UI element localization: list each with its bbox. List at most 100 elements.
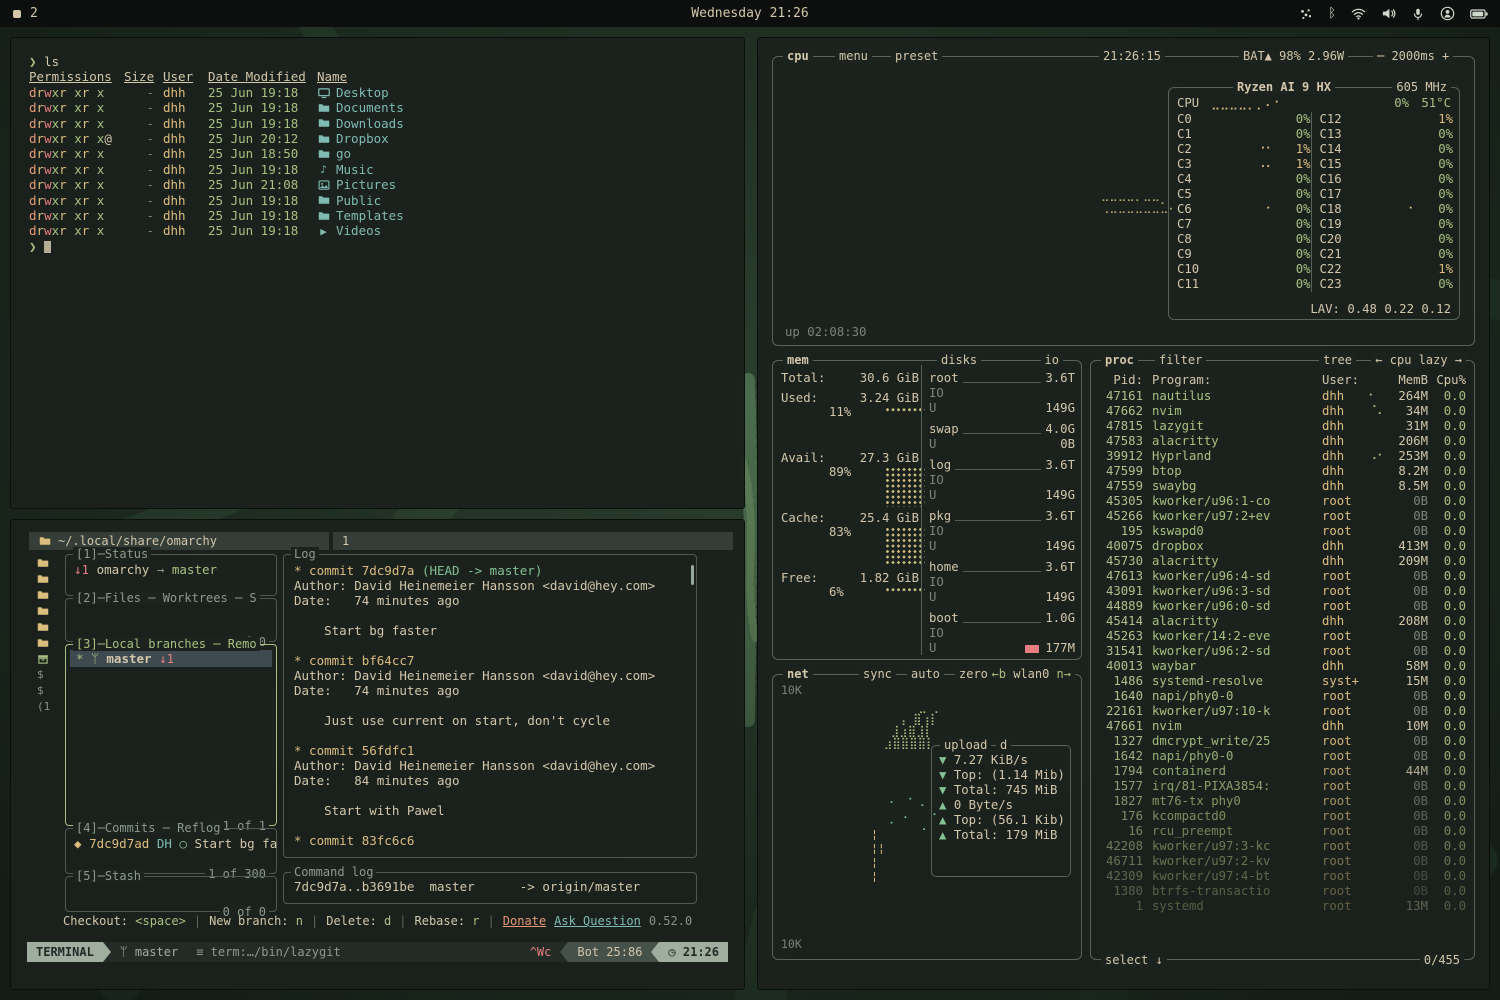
log-commit-header[interactable]: * commit bf64cc7 — [294, 653, 686, 668]
process-row[interactable]: 176kcompactd0root0B0.0 — [1099, 809, 1466, 824]
ls-name[interactable]: ♪Music — [317, 162, 730, 177]
process-row[interactable]: 47161nautilusdhh⠂264M0.0 — [1099, 389, 1466, 404]
process-row[interactable]: 40075dropboxdhh413M0.0 — [1099, 539, 1466, 554]
proc-header-cpu[interactable]: Cpu% — [1428, 373, 1466, 387]
proc-header-memb[interactable]: MemB — [1386, 373, 1428, 387]
status-panel[interactable]: [1]─Status ↓1 omarchy → master — [65, 554, 277, 596]
process-row[interactable]: 47583alacrittydhh206M0.0 — [1099, 434, 1466, 449]
donate-link[interactable]: Donate — [503, 914, 546, 928]
net-stats-title[interactable]: upload — [940, 738, 991, 752]
disk-log[interactable]: log3.6TIOU149G — [929, 458, 1075, 503]
log-commit-header[interactable]: * commit 83fc6c6 — [294, 833, 686, 848]
filter-button[interactable]: filter — [1155, 353, 1206, 367]
net-interface[interactable]: ←b wlan0 n→ — [988, 667, 1076, 681]
tray-wifi-icon[interactable] — [1351, 6, 1366, 21]
proc-header-user[interactable]: User: — [1322, 373, 1368, 387]
tray-volume-icon[interactable] — [1381, 6, 1396, 21]
buffer-name-segment[interactable]: ≡ term:…/bin/lazygit — [187, 942, 350, 962]
process-row[interactable]: 47661nvimdhh10M0.0 — [1099, 719, 1466, 734]
process-row[interactable]: 44889kworker/u96:0-sdroot0B0.0 — [1099, 599, 1466, 614]
process-row[interactable]: 1systemdroot13M0.0 — [1099, 899, 1466, 914]
disk-pkg[interactable]: pkg3.6TIOU149G — [929, 509, 1075, 554]
help-item[interactable]: Rebase: r — [415, 914, 480, 928]
ls-name[interactable]: go — [317, 146, 730, 161]
process-row[interactable]: 195kswapd0root0B0.0 — [1099, 524, 1466, 539]
select-hint[interactable]: select ↓ — [1101, 953, 1167, 967]
process-row[interactable]: 31541kworker/u96:2-sdroot0B0.0 — [1099, 644, 1466, 659]
process-table-header[interactable]: Pid: Program:User: MemBCpu% — [1099, 373, 1466, 387]
clock[interactable]: Wednesday 21:26 — [691, 6, 808, 21]
log-panel[interactable]: Log * commit 7dc9d7a (HEAD -> master)Aut… — [283, 554, 697, 858]
ls-name[interactable]: Public — [317, 193, 730, 208]
process-row[interactable]: 47662nvimdhh⠈⠄34M0.0 — [1099, 404, 1466, 419]
process-row[interactable]: 42309kworker/u97:4-btroot0B0.0 — [1099, 869, 1466, 884]
commits-panel[interactable]: [4]─Commits ─ Reflog ◆ 7dc9d7ad DH ○ Sta… — [65, 828, 277, 874]
branch-row-selected[interactable]: * ᛘ master ↓1 — [70, 650, 272, 667]
net-toggle-sync[interactable]: sync — [859, 667, 896, 681]
log-scrollbar[interactable] — [691, 565, 694, 585]
proc-header-pid[interactable]: Pid: — [1099, 373, 1143, 387]
ls-name[interactable]: Templates — [317, 208, 730, 223]
io-toggle[interactable]: io — [1041, 353, 1063, 367]
cpu-box-title[interactable]: cpu — [783, 49, 813, 63]
process-row[interactable]: 1380btrfs-transactioroot0B0.0 — [1099, 884, 1466, 899]
menu-button[interactable]: menu — [835, 49, 872, 63]
process-row[interactable]: 46711kworker/u97:2-kvroot0B0.0 — [1099, 854, 1466, 869]
git-branch-segment[interactable]: ᛘ master — [111, 942, 187, 962]
tray-bluetooth-icon[interactable]: ᛒ — [1328, 7, 1336, 20]
process-row[interactable]: 1640napi/phy0-0root0B0.0 — [1099, 689, 1466, 704]
tab-bar[interactable]: 1 — [333, 532, 733, 550]
ask-question-link[interactable]: Ask Question — [554, 914, 641, 928]
tray-updates-icon[interactable] — [1299, 7, 1313, 21]
net-box-title[interactable]: net — [783, 667, 813, 681]
process-row[interactable]: 47613kworker/u96:4-sdroot0B0.0 — [1099, 569, 1466, 584]
proc-box-title[interactable]: proc — [1101, 353, 1138, 367]
sort-selector[interactable]: ← cpu lazy → — [1371, 353, 1466, 367]
help-item[interactable]: Delete: d — [326, 914, 391, 928]
process-row[interactable]: 45414alacrittydhh208M0.0 — [1099, 614, 1466, 629]
disk-home[interactable]: home3.6TIOU149G — [929, 560, 1075, 605]
tray-battery-icon[interactable] — [1470, 8, 1488, 20]
process-row[interactable]: 16rcu_preemptroot0B0.0 — [1099, 824, 1466, 839]
tray-user-icon[interactable] — [1440, 6, 1455, 21]
process-row[interactable]: 1577irq/81-PIXA3854:root0B0.0 — [1099, 779, 1466, 794]
process-row[interactable]: 45266kworker/u97:2+evroot0B0.0 — [1099, 509, 1466, 524]
command-log-panel[interactable]: Command log 7dc9d7a..b3691be master -> o… — [283, 872, 697, 904]
process-row[interactable]: 1794containerdroot44M0.0 — [1099, 764, 1466, 779]
prompt-line-2[interactable]: ❯ — [29, 239, 730, 254]
ls-name[interactable]: ▶Videos — [317, 223, 730, 238]
process-row[interactable]: 45730alacrittydhh209M0.0 — [1099, 554, 1466, 569]
process-row[interactable]: 39912Hyprlanddhh⠠⠂253M0.0 — [1099, 449, 1466, 464]
process-row[interactable]: 45263kworker/14:2-everoot0B0.0 — [1099, 629, 1466, 644]
disk-boot[interactable]: boot1.0GIOU177M — [929, 611, 1075, 656]
process-row[interactable]: 47559swaybgdhh8.5M0.0 — [1099, 479, 1466, 494]
tray-mic-icon[interactable] — [1411, 7, 1425, 21]
branches-panel[interactable]: [3]─Local branches ─ Remo * ᛘ master ↓1 … — [65, 644, 277, 826]
log-commit-header[interactable]: * commit 56fdfc1 — [294, 743, 686, 758]
process-row[interactable]: 47599btopdhh8.2M0.0 — [1099, 464, 1466, 479]
net-toggle-auto[interactable]: auto — [907, 667, 944, 681]
process-row[interactable]: 1327dmcrypt_write/25root0B0.0 — [1099, 734, 1466, 749]
ls-name[interactable]: Downloads — [317, 116, 730, 131]
help-item[interactable]: Checkout: <space> — [63, 914, 186, 928]
process-row[interactable]: 40013waybardhh58M0.0 — [1099, 659, 1466, 674]
proc-header-program[interactable]: Program: — [1152, 373, 1322, 387]
disks-box-title[interactable]: disks — [937, 353, 981, 367]
workspace-indicator[interactable]: 2 — [13, 6, 38, 21]
net-toggle-zero[interactable]: zero — [955, 667, 992, 681]
tree-toggle[interactable]: tree — [1319, 353, 1356, 367]
process-row[interactable]: 42208kworker/u97:3-kcroot0B0.0 — [1099, 839, 1466, 854]
process-row[interactable]: 1827mt76-tx phy0root0B0.0 — [1099, 794, 1466, 809]
net-stats-key[interactable]: d — [996, 738, 1011, 752]
help-item[interactable]: New branch: n — [209, 914, 303, 928]
log-commit-header[interactable]: * commit 7dc9d7a (HEAD -> master) — [294, 563, 686, 578]
files-panel[interactable]: [2]─Files ─ Worktrees ─ S 0 of 0 — [65, 598, 277, 642]
process-row[interactable]: 43091kworker/u96:3-sdroot0B0.0 — [1099, 584, 1466, 599]
disk-swap[interactable]: swap4.0GU0B — [929, 422, 1075, 452]
stash-panel[interactable]: [5]─Stash 0 of 0 — [65, 876, 277, 912]
ls-name[interactable]: Dropbox — [317, 131, 730, 146]
process-row[interactable]: 22161kworker/u97:10-kroot0B0.0 — [1099, 704, 1466, 719]
preset-button[interactable]: preset — [891, 49, 942, 63]
ls-name[interactable]: Documents — [317, 100, 730, 115]
refresh-interval[interactable]: ─ 2000ms + — [1373, 49, 1453, 63]
